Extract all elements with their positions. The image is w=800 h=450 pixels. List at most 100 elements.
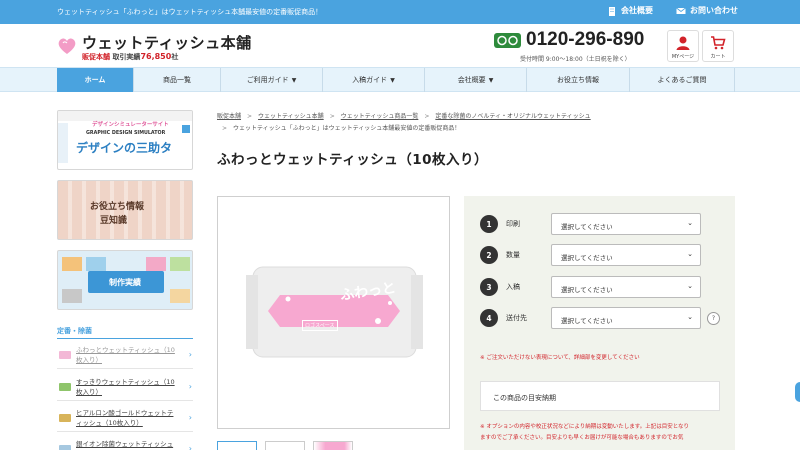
contact-link-label: お問い合わせ [690,6,738,15]
nav-item-guide-label: ご利用ガイド [246,76,289,84]
product-thumb-icon [59,351,71,359]
banner-tips-line2: 豆知識 [100,216,128,226]
select-value: 選択してください [561,223,613,231]
company-link[interactable]: 会社概要 [607,5,653,16]
nav-item-company-label: 会社概要 [457,76,486,84]
product-thumb-icon [59,414,71,422]
chevron-down-icon: ▼ [390,76,395,84]
breadcrumb-current: ウェットティッシュ「ふわっと」はウェットティッシュ本舗最安値の定番販促商品！ [233,125,461,132]
company-link-label: 会社概要 [621,6,653,15]
delivery-note-line1: ※ オプションの内容や校正状況などにより納期は変動いたします。上記は目安となり [480,424,690,430]
contact-link[interactable]: お問い合わせ [676,5,738,16]
nav-item-home-label: ホーム [84,76,106,84]
user-icon [676,36,690,50]
heart-logo-icon [58,38,76,54]
delivery-note: ※ オプションの内容や校正状況などにより納期は変動いたします。上記は目安となり … [480,422,720,444]
tagline: ウェットティッシュ「ふわっと」はウェットティッシュ本舗最安値の定番販促商品！ [57,8,323,16]
mypage-label: MYページ [671,54,695,60]
nav-item-home[interactable]: ホーム [57,68,134,92]
nav-item-submission[interactable]: 入稿ガイド ▼ [323,68,425,92]
chevron-right-icon: › [188,444,192,450]
breadcrumb-item[interactable]: ウェットティッシュ商品一覧 [341,113,419,120]
option-label: 数量 [506,251,520,259]
product-thumbnail[interactable] [217,441,257,450]
step-number: 4 [480,309,498,327]
side-floating-tab[interactable] [795,382,800,402]
select-value: 選択してください [561,317,613,325]
logo-subtitle: 販促本舗 取引実績76,850社 [82,52,178,62]
product-thumbnail[interactable] [313,441,353,450]
sidebar-item-label: すっきりウェットティッシュ（10枚入り） [76,378,175,396]
phone-hours: 受付時間 9:00〜18:00（土日祝を除く） [520,56,631,63]
option-row-quantity: 2 数量 選択してください ⌄ [480,244,720,266]
option-row-print: 1 印刷 選択してください ⌄ [480,213,720,235]
mypage-button[interactable]: MYページ [667,30,699,62]
chevron-down-icon: ▼ [488,76,494,84]
cart-label: カート [710,54,726,60]
destination-select[interactable]: 選択してください ⌄ [551,307,701,329]
chevron-down-icon: ⌄ [687,250,693,258]
product-thumb-icon [59,445,71,450]
order-warning: ※ ご注文いただけない表現について、詳細部を変更してください [480,355,640,361]
wet-tissue-package-image [246,266,423,358]
delivery-note-line2: ますのでご了承ください。目安よりも早くお届けが可能な場合もありますのでお気 [480,435,684,441]
phone-number[interactable]: 0120-296-890 [526,29,644,51]
option-row-submission: 3 入稿 選択してください ⌄ [480,276,720,298]
cart-button[interactable]: カート [702,30,734,62]
breadcrumb-separator: > [222,125,228,132]
top-bar: ウェットティッシュ「ふわっと」はウェットティッシュ本舗最安値の定番販促商品！ 会… [0,0,800,24]
nav-item-products-label: 商品一覧 [163,76,191,84]
site-header: ウェットティッシュ本舗 販促本舗 取引実績76,850社 0120-296-89… [0,24,800,68]
banner-simulator-top: デザインシミュレーターサイト [92,122,169,128]
product-thumbnail[interactable] [265,441,305,450]
breadcrumb-item[interactable]: ウェットティッシュ本舗 [258,113,324,120]
sidebar-item-label: ふわっとウェットティッシュ（10枚入り） [76,346,175,364]
chevron-right-icon: › [188,413,192,422]
select-value: 選択してください [561,254,613,262]
logo-sub-unit: 社 [171,53,179,61]
option-row-destination: 4 送付先 選択してください ⌄ [480,307,720,329]
sidebar-item-silver-ion[interactable]: 銀イオン除菌ウェットティッシュ › [57,437,193,450]
delivery-estimate-label: この商品の目安納期 [493,394,556,402]
chevron-down-icon: ⌄ [687,313,693,321]
help-icon[interactable]: ? [707,312,720,325]
tips-banner[interactable]: お役立ち情報 豆知識 [57,180,193,240]
product-main-image[interactable]: ふわっと ロゴスペース [217,196,450,429]
print-select[interactable]: 選択してください ⌄ [551,213,701,235]
portfolio-banner[interactable]: 制作実績 [57,250,193,310]
step-number: 3 [480,278,498,296]
nav-item-faq[interactable]: よくあるご質問 [630,68,735,92]
chevron-right-icon: › [188,382,192,391]
sidebar-item-sukkiri[interactable]: すっきりウェットティッシュ（10枚入り） › [57,375,193,401]
quantity-select[interactable]: 選択してください ⌄ [551,244,701,266]
nav-item-guide[interactable]: ご利用ガイド ▼ [221,68,323,92]
breadcrumb-item[interactable]: 定番な除菌のノベルティ・オリジナルウェットティッシュ [435,113,590,120]
banner-portfolio-label: 制作実績 [109,278,141,287]
cart-icon [711,36,726,50]
nav-item-products[interactable]: 商品一覧 [134,68,221,92]
logo-title: ウェットティッシュ本舗 [82,34,252,52]
banner-simulator-mid: GRAPHIC DESIGN SIMULATOR [86,131,166,136]
option-label: 入稿 [506,283,520,291]
page-title: ふわっとウェットティッシュ（10枚入り） [217,152,488,168]
sidebar-item-fuwatto[interactable]: ふわっとウェットティッシュ（10枚入り） › [57,343,193,369]
breadcrumb-item[interactable]: 販促本舗 [217,113,241,120]
step-number: 2 [480,246,498,264]
nav-item-tips[interactable]: お役立ち情報 [527,68,630,92]
submission-select[interactable]: 選択してください ⌄ [551,276,701,298]
global-nav: ホーム 商品一覧 ご利用ガイド ▼ 入稿ガイド ▼ 会社概要 ▼ お役立ち情報 よくあ… [0,67,800,92]
design-simulator-banner[interactable]: デザインシミュレーターサイト GRAPHIC DESIGN SIMULATOR … [57,110,193,170]
order-options-panel: 1 印刷 選択してください ⌄ 2 数量 選択してください ⌄ 3 入稿 選択してく… [464,196,735,450]
chevron-right-icon: › [188,350,192,359]
step-number: 1 [480,215,498,233]
select-value: 選択してください [561,286,613,294]
sidebar-item-label: ヒアルロン酸ゴールドウェットティッシュ（10枚入り） [76,409,174,427]
nav-item-tips-label: お役立ち情報 [557,76,599,84]
nav-item-company[interactable]: 会社概要 ▼ [425,68,527,92]
sidebar-divider [57,338,193,339]
chevron-down-icon: ⌄ [687,219,693,227]
sidebar-item-hyaluron[interactable]: ヒアルロン酸ゴールドウェットティッシュ（10枚入り） › [57,406,193,432]
banner-simulator-main: デザインの三助タ [76,141,173,155]
building-icon [609,6,615,16]
option-label: 送付先 [506,314,527,322]
